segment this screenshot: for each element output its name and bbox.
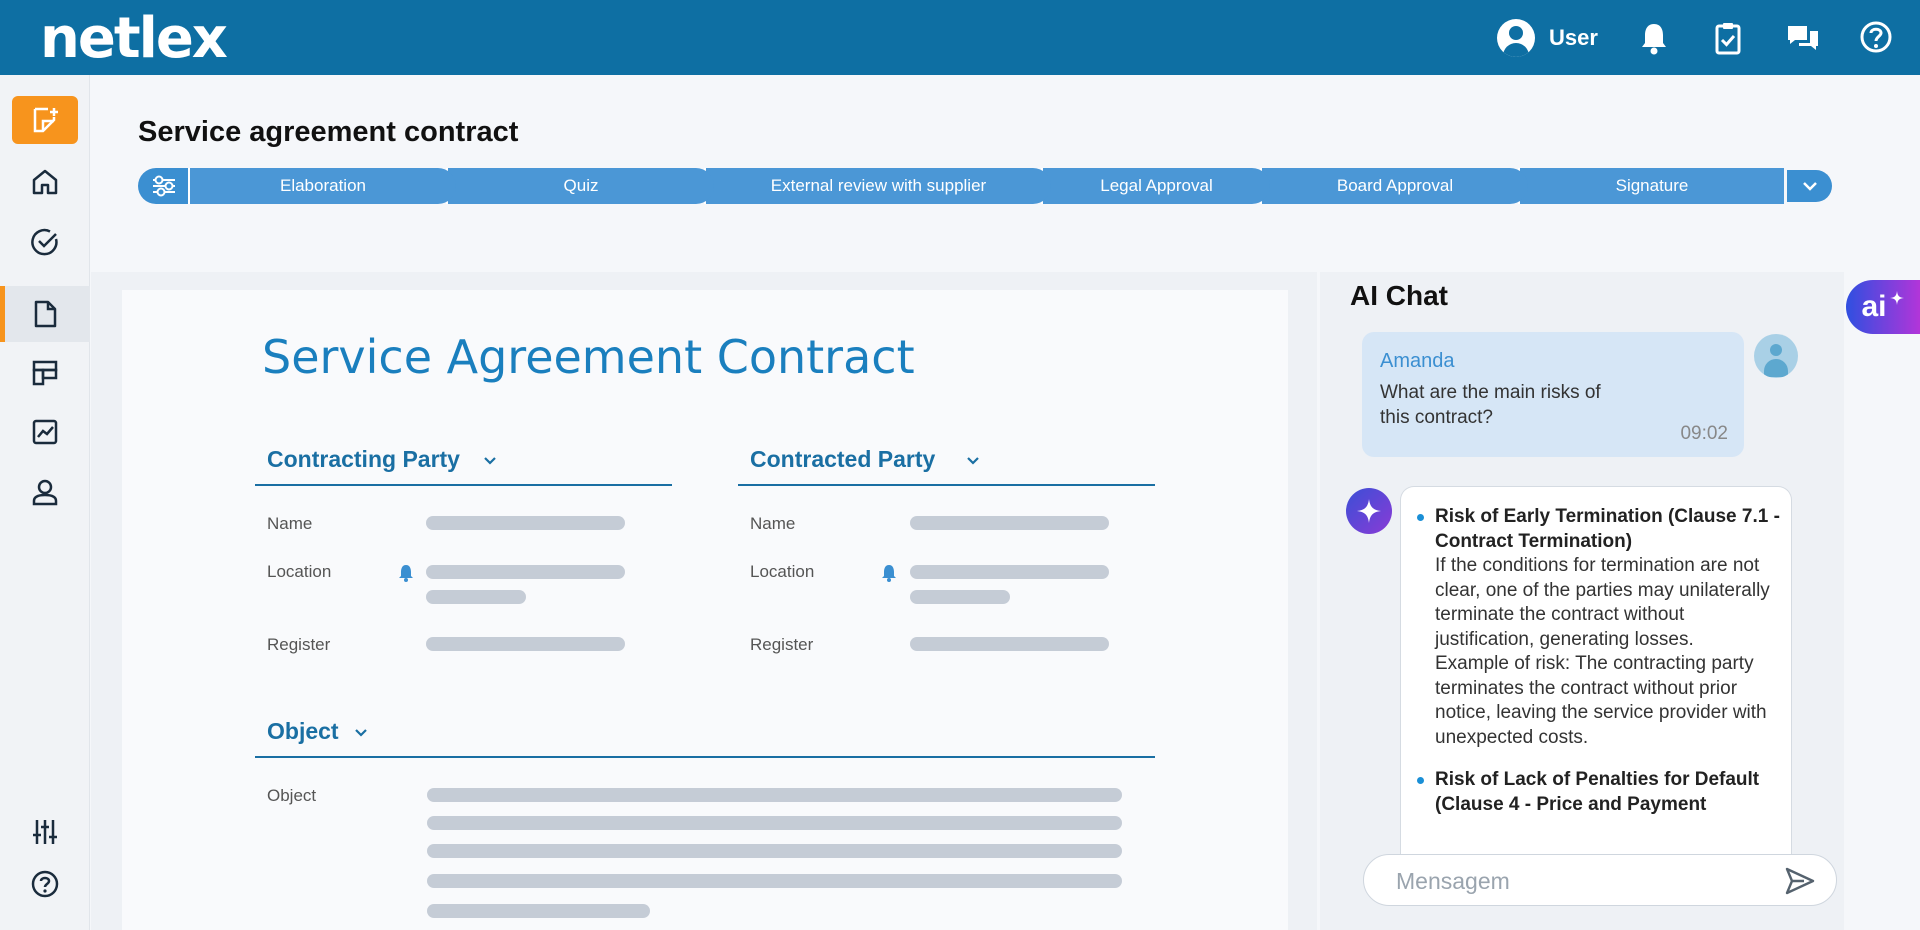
message-placeholder: Mensagem [1396, 868, 1510, 894]
workflow-steps: Elaboration Quiz External review with su… [138, 168, 1832, 204]
page-title: Service agreement contract [138, 116, 519, 148]
netlex-logo[interactable]: netlex [40, 6, 228, 71]
value-placeholder [427, 844, 1122, 858]
chevron-down-icon [1802, 182, 1817, 191]
sidebar-item-templates[interactable] [0, 345, 90, 401]
chart-icon [32, 419, 58, 445]
sidebar [0, 75, 90, 930]
sidebar-item-tasks[interactable] [0, 214, 90, 270]
field-label-name: Name [267, 514, 313, 533]
step-external-review[interactable]: External review with supplier [704, 168, 1051, 204]
chevron-down-icon [355, 729, 367, 737]
step-legal-approval[interactable]: Legal Approval [1041, 168, 1270, 204]
ai-assistant-avatar [1346, 488, 1392, 534]
document-icon [34, 300, 57, 328]
chat-title: AI Chat [1350, 280, 1448, 311]
section-heading: Contracting Party [267, 446, 460, 472]
send-icon[interactable] [1784, 866, 1816, 896]
sliders-icon [33, 820, 57, 844]
help-icon[interactable] [1856, 18, 1896, 58]
field-label-location: Location [750, 562, 815, 581]
user-menu[interactable]: User [1497, 18, 1598, 58]
bell-icon[interactable] [881, 564, 897, 582]
chevron-down-icon [484, 457, 496, 465]
value-placeholder [427, 788, 1122, 802]
field-label-name: Name [750, 514, 796, 533]
ai-message-bubble: Risk of Early Termination (Clause 7.1 - … [1400, 486, 1792, 866]
user-avatar [1754, 334, 1798, 378]
document-panel: Service Agreement Contract Contracting P… [122, 290, 1288, 930]
value-placeholder [910, 516, 1109, 530]
chat-icon[interactable] [1783, 18, 1823, 58]
new-document-button[interactable] [12, 96, 78, 144]
home-icon [32, 169, 58, 195]
bell-icon[interactable] [1634, 18, 1674, 58]
bell-icon[interactable] [398, 564, 414, 582]
sparkle-icon [1889, 291, 1904, 305]
step-board-approval[interactable]: Board Approval [1260, 168, 1528, 204]
step-quiz[interactable]: Quiz [446, 168, 714, 204]
risk-title: Risk of Lack of Penalties for Default (C… [1435, 769, 1760, 815]
value-placeholder [426, 637, 625, 651]
list-item: Risk of Early Termination (Clause 7.1 - … [1415, 505, 1785, 750]
ai-assistant-button[interactable]: ai [1846, 280, 1920, 334]
sidebar-item-profile[interactable] [0, 464, 90, 520]
value-placeholder [910, 637, 1109, 651]
chevron-down-icon [967, 457, 979, 465]
sidebar-item-documents[interactable] [0, 286, 90, 342]
sidebar-item-help[interactable] [0, 856, 90, 912]
document-title: Service Agreement Contract [262, 330, 915, 384]
value-placeholder [426, 590, 526, 604]
help-icon [31, 870, 59, 898]
risk-example: Example of risk: The contracting party t… [1435, 653, 1767, 748]
filter-settings-icon [153, 175, 175, 197]
templates-icon [32, 360, 58, 386]
user-label: User [1549, 25, 1598, 50]
message-time: 09:02 [1680, 423, 1728, 444]
user-message-bubble: Amanda What are the main risks of this c… [1362, 332, 1744, 457]
section-heading: Object [267, 718, 339, 744]
value-placeholder [910, 590, 1010, 604]
value-placeholder [427, 874, 1122, 888]
section-object[interactable]: Object [255, 704, 1155, 758]
steps-dropdown-button[interactable] [1787, 170, 1832, 202]
field-label-location: Location [267, 562, 332, 581]
steps-filter-button[interactable] [138, 168, 190, 204]
ai-fab-label: ai [1861, 290, 1887, 323]
message-author: Amanda [1380, 350, 1455, 372]
person-icon [32, 479, 58, 506]
value-placeholder [426, 516, 625, 530]
new-document-icon [33, 107, 58, 133]
section-contracted-party[interactable]: Contracted Party [738, 432, 1155, 486]
message-input[interactable]: Mensagem [1363, 854, 1837, 906]
sidebar-item-home[interactable] [0, 154, 90, 210]
check-circle-icon [31, 228, 58, 256]
step-signature[interactable]: Signature [1518, 168, 1784, 204]
value-placeholder [910, 565, 1109, 579]
list-item: Risk of Lack of Penalties for Default (C… [1415, 768, 1785, 817]
section-heading: Contracted Party [750, 446, 936, 472]
risk-body: If the conditions for termination are no… [1435, 555, 1770, 650]
value-placeholder [427, 816, 1122, 830]
field-label-object: Object [267, 786, 317, 805]
field-label-register: Register [267, 635, 331, 654]
sidebar-item-analytics[interactable] [0, 404, 90, 460]
risk-title: Risk of Early Termination (Clause 7.1 - … [1435, 506, 1780, 552]
value-placeholder [427, 904, 650, 918]
top-bar: netlex User [0, 0, 1920, 75]
sidebar-item-settings[interactable] [0, 804, 90, 860]
sparkle-icon [1357, 499, 1381, 523]
section-contracting-party[interactable]: Contracting Party [255, 432, 672, 486]
message-text: What are the main risks of this contract… [1380, 382, 1601, 428]
ai-chat-panel: AI Chat Amanda What are the main risks o… [1320, 272, 1844, 930]
clipboard-check-icon[interactable] [1708, 18, 1748, 58]
step-elaboration[interactable]: Elaboration [188, 168, 456, 204]
user-avatar-icon [1497, 19, 1535, 57]
value-placeholder [426, 565, 625, 579]
risk-list: Risk of Early Termination (Clause 7.1 - … [1415, 505, 1785, 835]
field-label-register: Register [750, 635, 814, 654]
